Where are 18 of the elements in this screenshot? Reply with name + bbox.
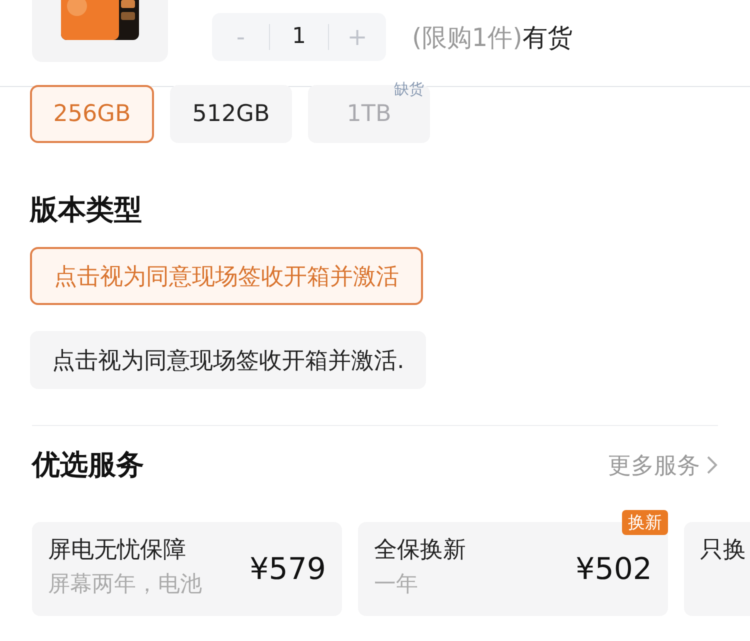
service-title: 只换 <box>700 536 747 565</box>
chevron-right-icon <box>706 455 718 475</box>
service-badge: 换新 <box>622 510 668 535</box>
service-card[interactable]: 只换 <box>684 522 750 616</box>
service-card[interactable]: 屏电无忧保障 屏幕两年，电池 ¥579 <box>32 522 342 616</box>
service-price: ¥502 <box>576 552 652 587</box>
section-title: 优选服务 <box>32 447 144 483</box>
service-title: 全保换新 <box>374 536 467 565</box>
service-description: 屏幕两年，电池 <box>48 571 203 599</box>
purchase-limit-text: (限购1件) <box>412 22 522 54</box>
service-price: ¥579 <box>250 552 326 587</box>
version-option[interactable]: 点击视为同意现场签收开箱并激活. <box>30 331 426 389</box>
quantity-value: 1 <box>269 24 329 50</box>
stock-status-text: 有货 <box>522 22 572 54</box>
service-title: 屏电无忧保障 <box>48 536 187 565</box>
section-title: 版本类型 <box>30 192 143 228</box>
service-description: 一年 <box>374 571 419 599</box>
capacity-option[interactable]: 512GB <box>170 85 292 143</box>
